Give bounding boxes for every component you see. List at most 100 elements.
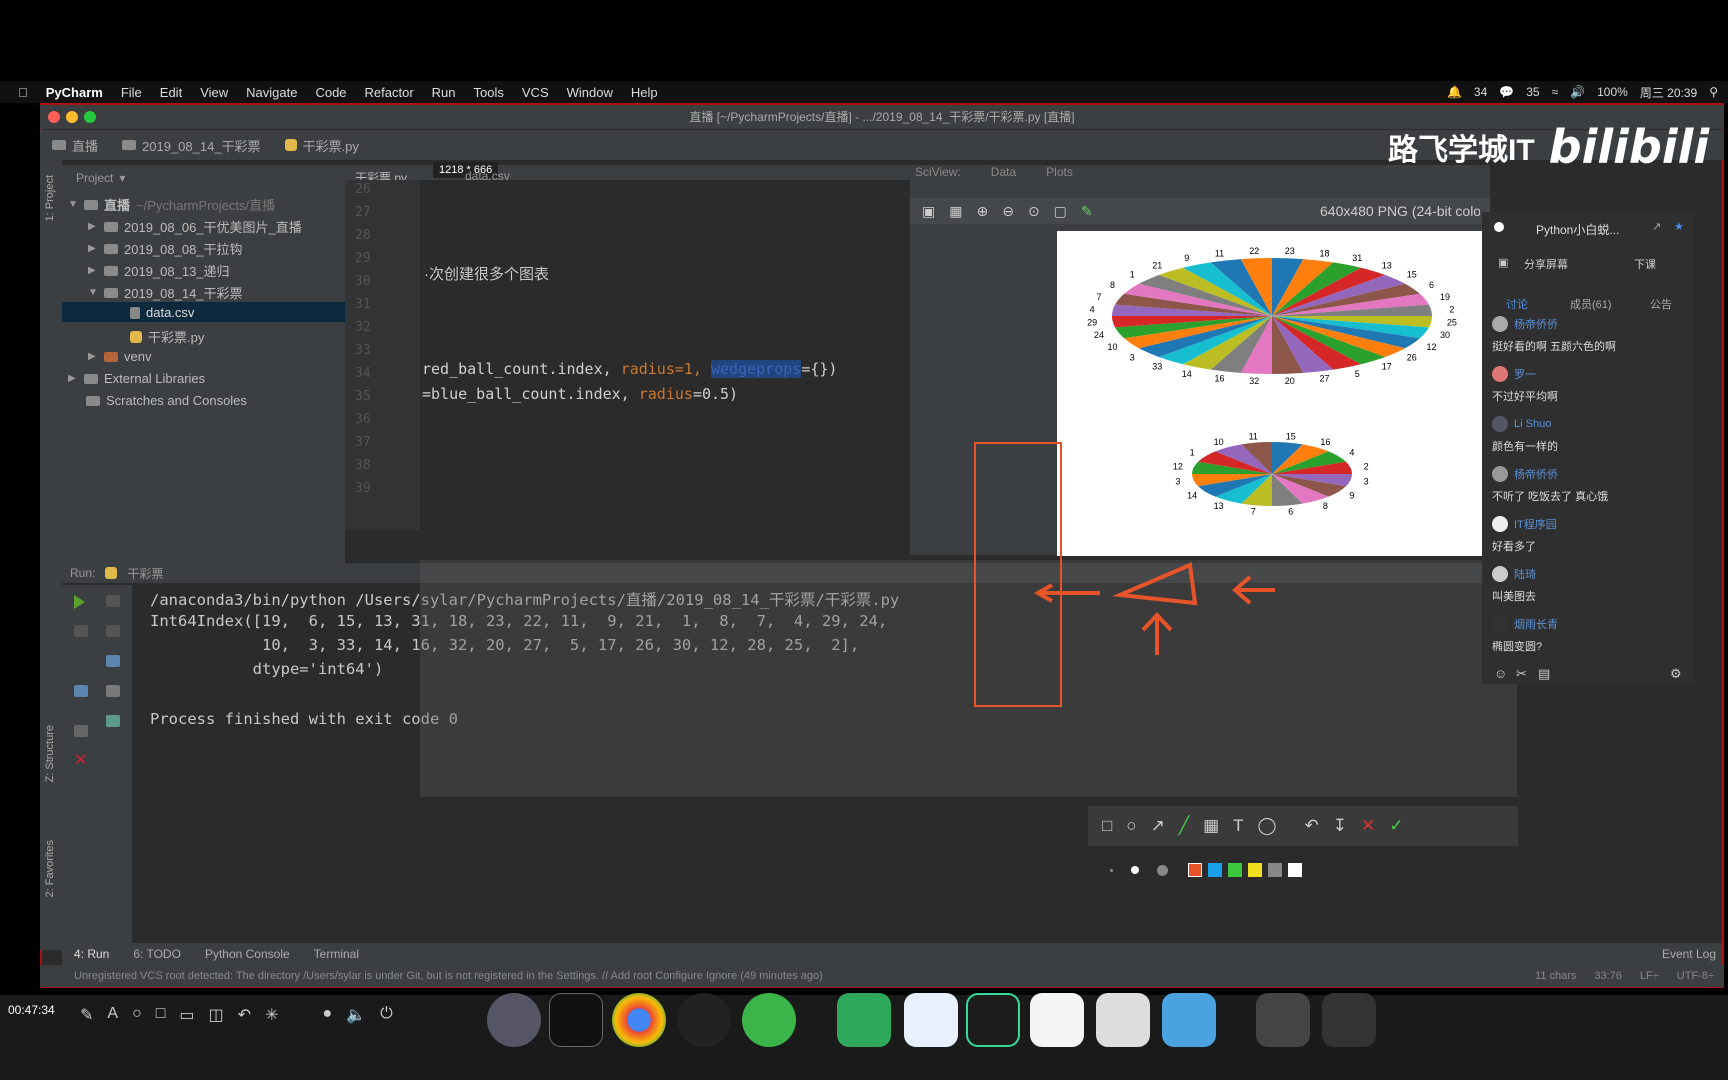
pen-icon[interactable]: ✎ (80, 1005, 93, 1025)
tab-members[interactable]: 成员(61) (1570, 296, 1612, 312)
event-log[interactable]: Event Log (1662, 947, 1716, 961)
undo-icon[interactable]: ↶ (1305, 816, 1319, 836)
ellipse-tool-icon[interactable]: ○ (1126, 816, 1136, 836)
rerun-icon[interactable] (74, 595, 85, 609)
tab-announcement[interactable]: 公告 (1650, 296, 1672, 312)
tab-run[interactable]: 4: Run (74, 947, 109, 961)
clear-icon[interactable] (106, 715, 120, 727)
minimize-window-icon[interactable] (66, 111, 78, 123)
menu-file[interactable]: File (121, 85, 142, 100)
terminal-icon[interactable] (549, 993, 603, 1047)
code-editor[interactable] (345, 180, 910, 530)
selected-text[interactable]: wedgeprops (711, 360, 802, 378)
notification-icon[interactable]: 🔔 (1447, 85, 1462, 99)
confirm-icon[interactable]: ✓ (1389, 816, 1403, 836)
close-window-icon[interactable] (48, 111, 60, 123)
structure-tool-tab[interactable]: Z: Structure (44, 725, 56, 782)
settings-gear-icon[interactable]: ⚙ (1670, 666, 1682, 682)
tree-external-libraries[interactable]: ▶ External Libraries (68, 371, 205, 386)
pycharm-icon[interactable] (966, 993, 1020, 1047)
mic-icon[interactable]: ● (322, 1005, 332, 1025)
scroll-down-icon[interactable] (106, 625, 120, 637)
tag-tool-icon[interactable]: ◯ (1258, 816, 1277, 836)
color-picker-icon[interactable]: ✎ (1081, 203, 1093, 220)
line-separator[interactable]: LF÷ (1640, 970, 1659, 982)
menu-tools[interactable]: Tools (474, 85, 504, 100)
wechat-icon[interactable]: 💬 (1499, 85, 1514, 99)
text-tool-icon[interactable]: T (1233, 816, 1243, 836)
image-icon[interactable]: ▤ (1538, 666, 1550, 682)
tab-data[interactable]: Data (991, 165, 1016, 179)
charts-icon[interactable] (1030, 993, 1084, 1047)
background-icon[interactable]: ▢ (1054, 203, 1067, 220)
color-blue[interactable] (1208, 863, 1222, 877)
menu-edit[interactable]: Edit (160, 85, 182, 100)
fit-icon[interactable]: ▣ (922, 203, 935, 220)
zoom-actual-icon[interactable]: ⊙ (1028, 203, 1040, 220)
wechat-icon[interactable] (742, 993, 796, 1047)
breadcrumb-root[interactable]: 直播 (52, 136, 98, 155)
project-tool-tab[interactable]: 1: Project (44, 175, 56, 221)
camtasia-icon[interactable] (837, 993, 891, 1047)
search-icon[interactable]: ⚲ (1709, 85, 1718, 99)
cursor-position[interactable]: 33:76 (1594, 970, 1622, 982)
speaker-icon[interactable]: 🔈 (346, 1005, 366, 1025)
menu-view[interactable]: View (200, 85, 228, 100)
color-red[interactable] (1188, 863, 1202, 877)
tree-root[interactable]: ▼ 直播 ~/PycharmProjects/直播 (68, 195, 275, 214)
xmind-icon[interactable] (1162, 993, 1216, 1047)
tree-folder[interactable]: ▶ 2019_08_06_干优美图片_直播 (88, 217, 302, 236)
volume-icon[interactable]: 🔊 (1570, 85, 1585, 99)
pin-icon[interactable] (74, 725, 88, 737)
scissors-icon[interactable]: ✂ (1516, 666, 1527, 682)
tab-plots[interactable]: Plots (1046, 165, 1073, 179)
qq-icon[interactable] (677, 993, 731, 1047)
menu-navigate[interactable]: Navigate (246, 85, 297, 100)
pop-out-icon[interactable]: ↗ (1652, 220, 1661, 233)
run-config-tab[interactable]: 干彩票 (127, 565, 163, 582)
tree-file-py[interactable]: 干彩票.py (130, 327, 204, 346)
share-screen-icon[interactable]: ▣ (1498, 256, 1508, 269)
arrow-tool-icon[interactable]: ↗ (1151, 816, 1165, 836)
rectangle-tool-icon[interactable]: □ (1102, 816, 1112, 836)
emoji-icon[interactable]: ☺ (1494, 666, 1507, 681)
apple-icon[interactable]:  (18, 85, 28, 100)
tree-folder-open[interactable]: ▼ 2019_08_14_干彩票 (88, 283, 243, 302)
layout-icon[interactable] (74, 685, 88, 697)
tree-venv[interactable]: ▶ venv (88, 349, 151, 364)
menu-window[interactable]: Window (567, 85, 613, 100)
cancel-icon[interactable]: ✕ (1361, 816, 1375, 836)
undo-icon[interactable]: ↶ (238, 1005, 251, 1025)
downloads-icon[interactable] (1256, 993, 1310, 1047)
chrome-icon[interactable] (612, 993, 666, 1047)
pen-tool-icon[interactable]: ╱ (1179, 816, 1189, 836)
menu-code[interactable]: Code (315, 85, 346, 100)
eraser-icon[interactable]: ▭ (179, 1005, 194, 1025)
print-icon[interactable] (106, 685, 120, 697)
download-icon[interactable]: ↧ (1333, 816, 1347, 836)
tab-todo[interactable]: 6: TODO (133, 947, 181, 961)
tree-scratches[interactable]: Scratches and Consoles (86, 393, 247, 408)
menu-refactor[interactable]: Refactor (365, 85, 414, 100)
menu-vcs[interactable]: VCS (522, 85, 549, 100)
color-yellow[interactable] (1248, 863, 1262, 877)
power-icon[interactable]: ⏻ (380, 1005, 393, 1025)
breadcrumb-file[interactable]: 干彩票.py (284, 136, 359, 155)
typora-icon[interactable] (1096, 993, 1150, 1047)
clock[interactable]: 周三 20:39 (1640, 84, 1697, 101)
tab-discussion[interactable]: 讨论 (1506, 296, 1528, 312)
zoom-out-icon[interactable]: ⊖ (1002, 203, 1014, 220)
wifi-icon[interactable]: ≈ (1552, 85, 1559, 99)
share-screen-button[interactable]: 分享屏幕 (1524, 256, 1568, 272)
pointer-icon[interactable]: ✳ (265, 1005, 278, 1025)
tree-file-data-csv[interactable]: data.csv (130, 305, 194, 320)
size-large[interactable] (1157, 864, 1168, 876)
project-panel-header[interactable]: Project ▾ (76, 171, 125, 185)
size-small[interactable] (1110, 868, 1113, 872)
zoom-in-icon[interactable]: ⊕ (976, 203, 988, 220)
menu-help[interactable]: Help (631, 85, 658, 100)
maximize-window-icon[interactable] (84, 111, 96, 123)
file-encoding[interactable]: UTF-8÷ (1677, 970, 1714, 982)
menu-run[interactable]: Run (432, 85, 456, 100)
color-gray[interactable] (1268, 863, 1282, 877)
